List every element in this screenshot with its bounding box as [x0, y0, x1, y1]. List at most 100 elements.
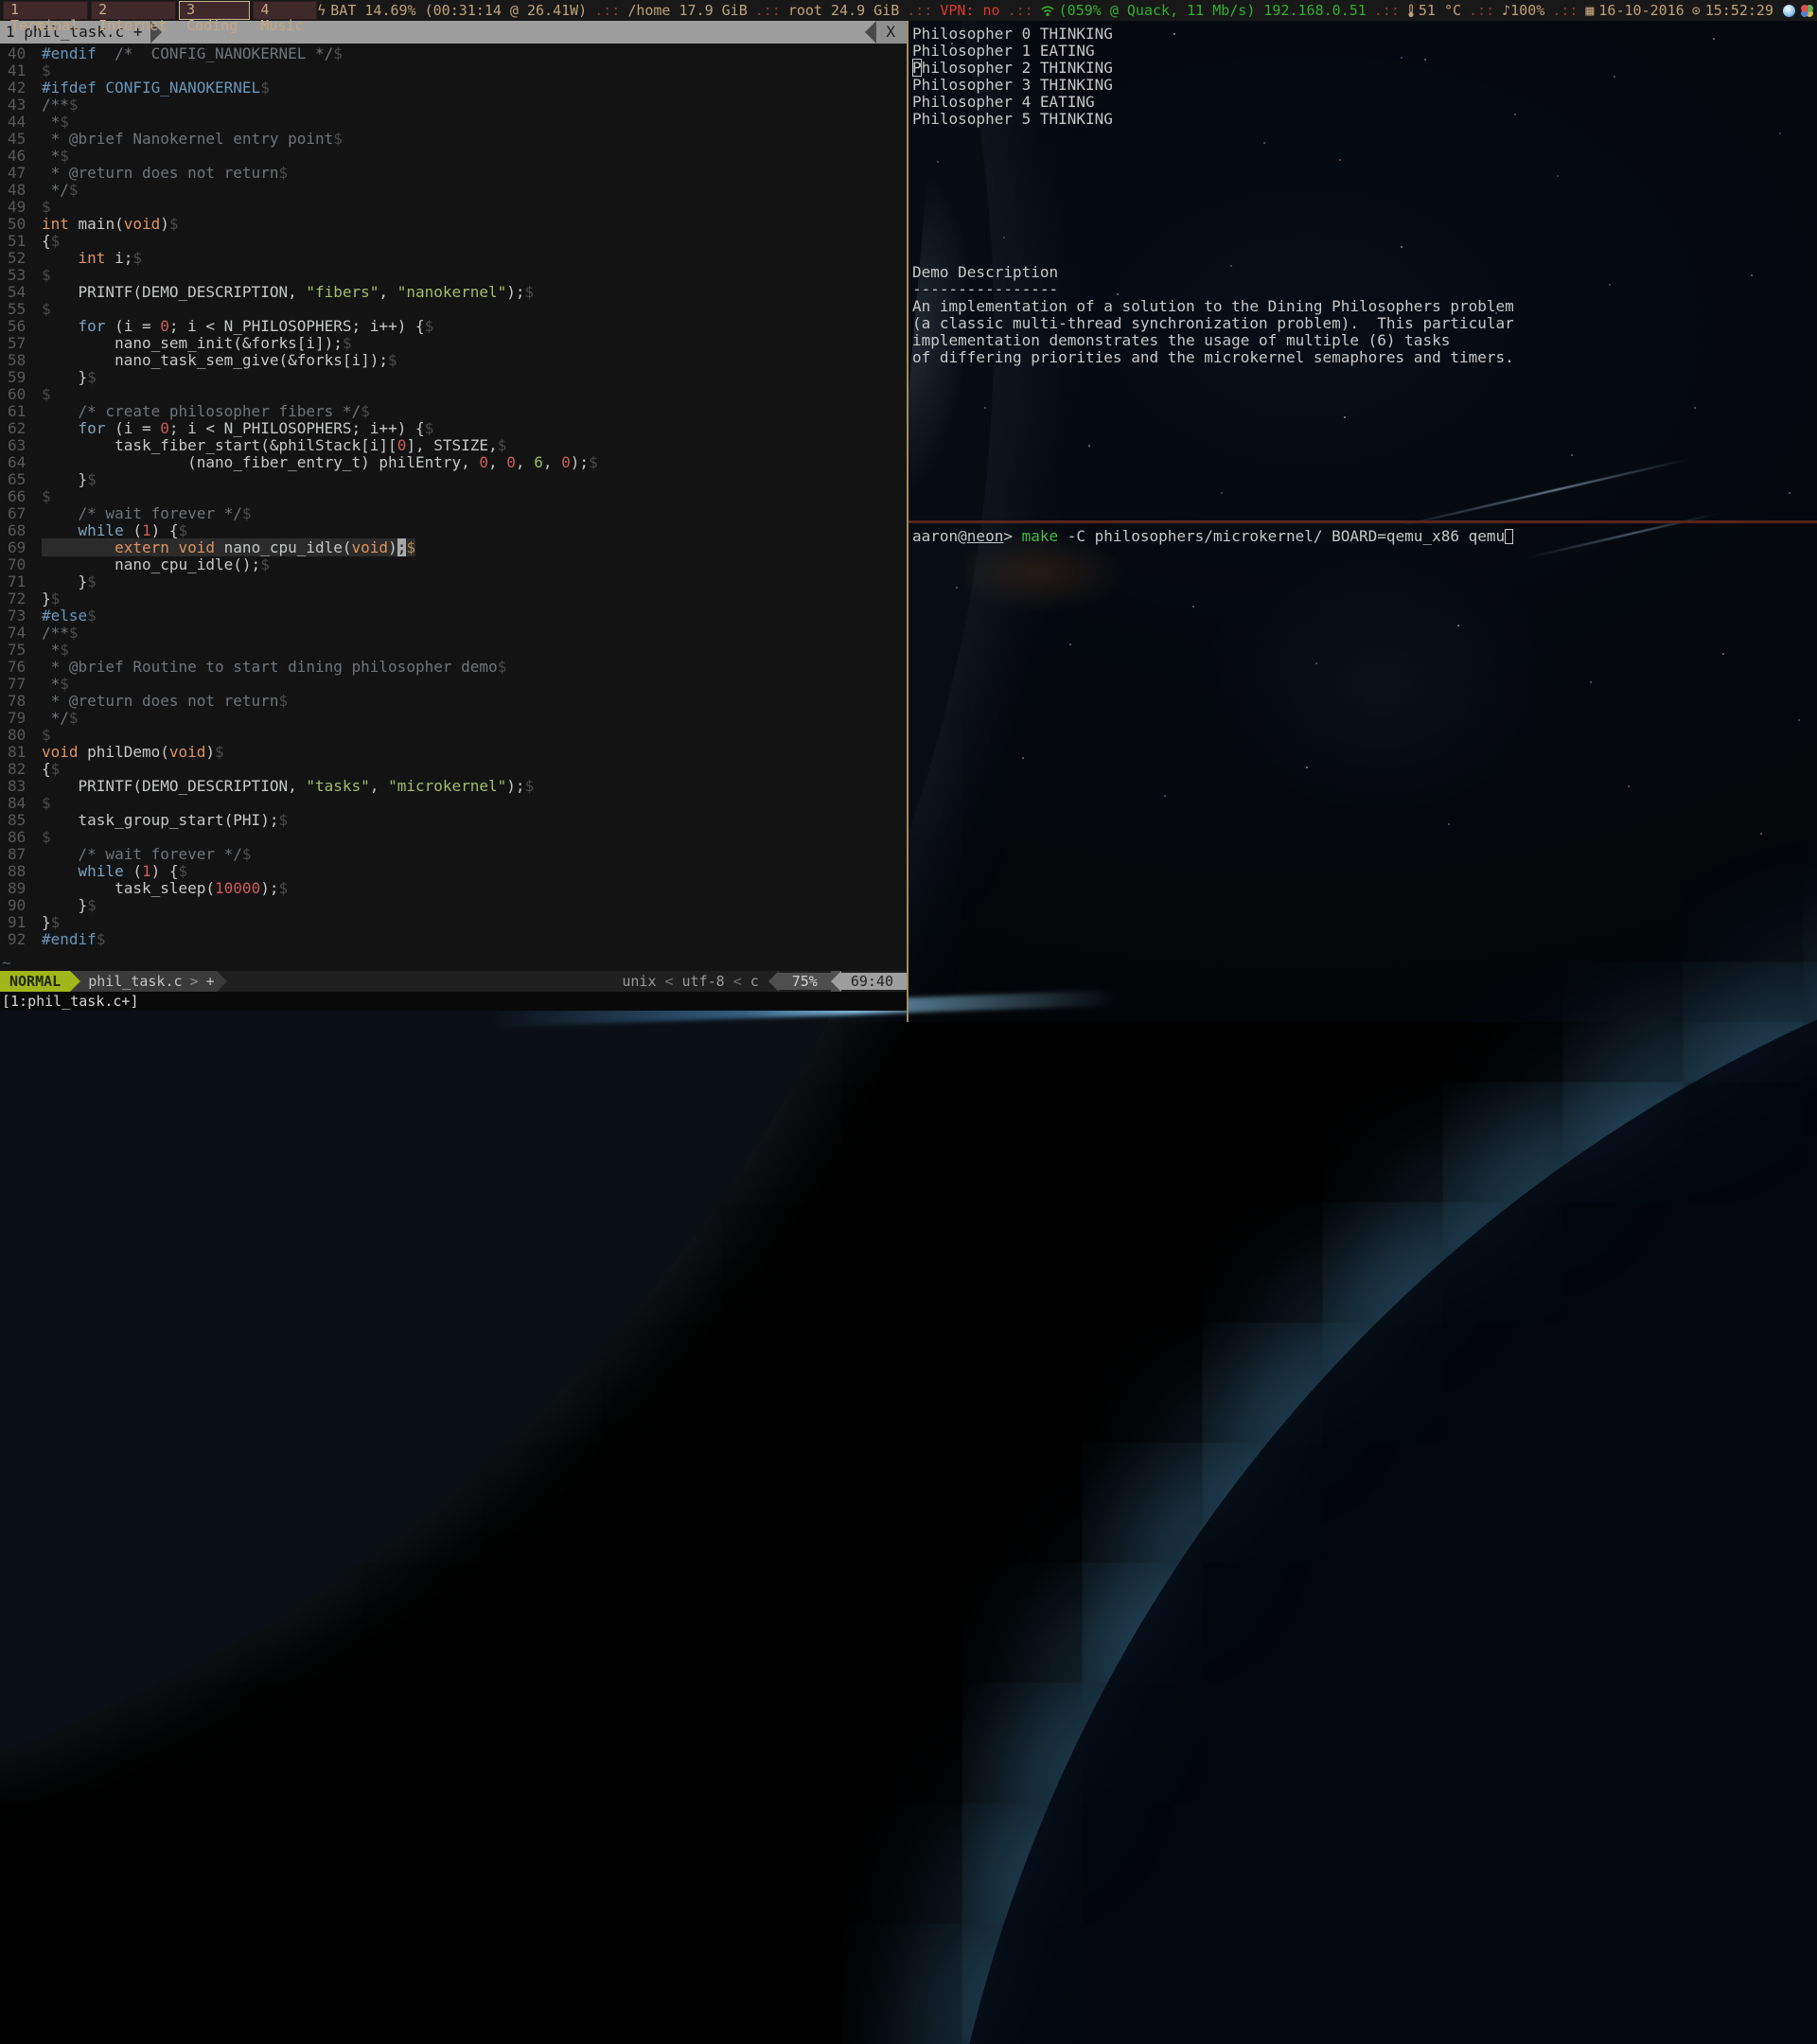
console-line [912, 179, 1817, 196]
console-line [912, 230, 1817, 247]
powerline-arrow-icon [831, 971, 841, 992]
statusline-fill [227, 971, 623, 992]
scroll-percentage: 75% [779, 973, 831, 990]
code-line: 69 extern void nano_cpu_idle(void);$ [0, 539, 907, 556]
modified-flag: + [206, 973, 215, 990]
cursor-position: 69:40 [841, 973, 907, 990]
code-line: 56 for (i = 0; i < N_PHILOSOPHERS; i++) … [0, 318, 907, 335]
code-line: 89 task_sleep(10000);$ [0, 880, 907, 897]
tab-close-button[interactable]: X [876, 21, 907, 44]
code-line: 59 }$ [0, 369, 907, 386]
powerline-arrow-icon [768, 971, 779, 992]
code-line: 82{$ [0, 761, 907, 778]
code-line: 42#ifdef CONFIG_NANOKERNEL$ [0, 79, 907, 97]
code-line: 85 task_group_start(PHI);$ [0, 812, 907, 829]
right-terminal-pane: Philosopher 0 THINKINGPhilosopher 1 EATI… [908, 21, 1817, 1022]
powerline-arrow-icon [865, 21, 876, 44]
vim-statusline: NORMAL phil_task.c > + unix < utf-8 < c … [0, 971, 907, 992]
network-speed: (059% @ Quack, 11 Mb/s) [1059, 2, 1256, 19]
code-line: 46 *$ [0, 148, 907, 165]
console-line: (a classic multi-thread synchronization … [912, 315, 1817, 332]
bulb-icon[interactable] [1783, 5, 1795, 17]
workspace-button[interactable]: 2 Internet [91, 1, 176, 20]
code-line: 60$ [0, 386, 907, 403]
code-line: 41$ [0, 62, 907, 79]
code-line: 45 * @brief Nanokernel entry point$ [0, 131, 907, 148]
console-line: of differing priorities and the microker… [912, 349, 1817, 366]
separator: .:: [1008, 2, 1033, 19]
code-line: 88 while (1) {$ [0, 863, 907, 880]
console-line [912, 128, 1817, 145]
file-type: c [750, 973, 759, 990]
console-line: Philosopher 1 EATING [912, 43, 1817, 60]
calendar-icon: ▦ [1585, 2, 1594, 19]
code-line: 65 }$ [0, 471, 907, 488]
statusline-file-segment: phil_task.c > + [80, 971, 216, 992]
separator: .:: [1469, 2, 1494, 19]
code-line: 40#endif /* CONFIG_NANOKERNEL */$ [0, 45, 907, 62]
code-line: 73#else$ [0, 608, 907, 625]
console-line: Philosopher 0 THINKING [912, 26, 1817, 43]
code-buffer[interactable]: 40#endif /* CONFIG_NANOKERNEL */$41$42#i… [0, 44, 907, 954]
code-line: 72}$ [0, 590, 907, 608]
code-line: 76 * @brief Routine to start dining phil… [0, 659, 907, 676]
vim-editor-pane[interactable]: 1 phil_task.c + X 40#endif /* CONFIG_NAN… [0, 21, 907, 1011]
workspace-button[interactable]: 1 Terminal [3, 1, 88, 20]
color-settings-icon[interactable] [1801, 5, 1813, 17]
console-line: An implementation of a solution to the D… [912, 298, 1817, 315]
workspace-button[interactable]: 3 Coding [179, 1, 250, 20]
code-line: 92#endif$ [0, 931, 907, 948]
file-encoding: utf-8 [682, 973, 725, 990]
code-line: 50int main(void)$ [0, 216, 907, 233]
status-bar: 1 Terminal2 Internet3 Coding4 Music ϟBAT… [0, 0, 1817, 21]
code-line: 44 *$ [0, 114, 907, 131]
console-line [912, 247, 1817, 264]
code-line: 53$ [0, 267, 907, 284]
console-line [912, 213, 1817, 230]
statusline-right: unix < utf-8 < c 75% 69:40 [622, 971, 907, 992]
code-line: 54 PRINTF(DEMO_DESCRIPTION, "fibers", "n… [0, 284, 907, 301]
code-line: 75 *$ [0, 642, 907, 659]
code-line: 83 PRINTF(DEMO_DESCRIPTION, "tasks", "mi… [0, 778, 907, 795]
code-line: 52 int i;$ [0, 250, 907, 267]
code-line: 58 nano_task_sem_give(&forks[i]);$ [0, 352, 907, 369]
chevron-right-icon: > [190, 973, 199, 990]
code-line: 91}$ [0, 914, 907, 931]
vim-empty-line-marker: ~ [0, 954, 907, 971]
shell-pane[interactable]: aaron@neon> make -C philosophers/microke… [908, 523, 1817, 1022]
date: 16-10-2016 [1598, 2, 1684, 19]
console-line: ---------------- [912, 281, 1817, 298]
powerline-arrow-icon [217, 971, 227, 992]
code-line: 63 task_fiber_start(&philStack[i][0], ST… [0, 437, 907, 454]
volume-level: 100% [1510, 2, 1544, 19]
battery-icon: ϟ [317, 2, 326, 19]
vpn-status: VPN: no [940, 2, 999, 19]
chevron-left-icon: < [733, 973, 742, 990]
ip-address [1255, 2, 1263, 19]
workspace-button[interactable]: 4 Music [253, 1, 317, 20]
volume-icon: ♪ [1502, 2, 1510, 19]
code-line: 86$ [0, 829, 907, 846]
code-line: 79 */$ [0, 710, 907, 727]
disk-root: root 24.9 GiB [788, 2, 899, 19]
code-line: 87 /* wait forever */$ [0, 846, 907, 863]
statusline-filename: phil_task.c [88, 973, 182, 990]
code-line: 77 *$ [0, 676, 907, 693]
temperature: 51 °C [1419, 2, 1461, 19]
code-line: 67 /* wait forever */$ [0, 505, 907, 522]
code-line: 47 * @return does not return$ [0, 165, 907, 182]
code-line: 80$ [0, 727, 907, 744]
console-line: implementation demonstrates the usage of… [912, 332, 1817, 349]
terminal-window-title: [1:phil_task.c+] [0, 992, 907, 1011]
clock-icon: ⊙ [1692, 2, 1701, 19]
system-tray [1783, 5, 1813, 17]
code-line: 81void philDemo(void)$ [0, 744, 907, 761]
pane-divider[interactable] [907, 21, 908, 1022]
qemu-console-output[interactable]: Philosopher 0 THINKINGPhilosopher 1 EATI… [908, 21, 1817, 520]
console-line [912, 196, 1817, 213]
powerline-arrow-icon [70, 971, 80, 992]
code-line: 43/**$ [0, 97, 907, 114]
shell-prompt-line[interactable]: aaron@neon> make -C philosophers/microke… [912, 528, 1817, 545]
code-line: 49$ [0, 199, 907, 216]
code-line: 78 * @return does not return$ [0, 693, 907, 710]
